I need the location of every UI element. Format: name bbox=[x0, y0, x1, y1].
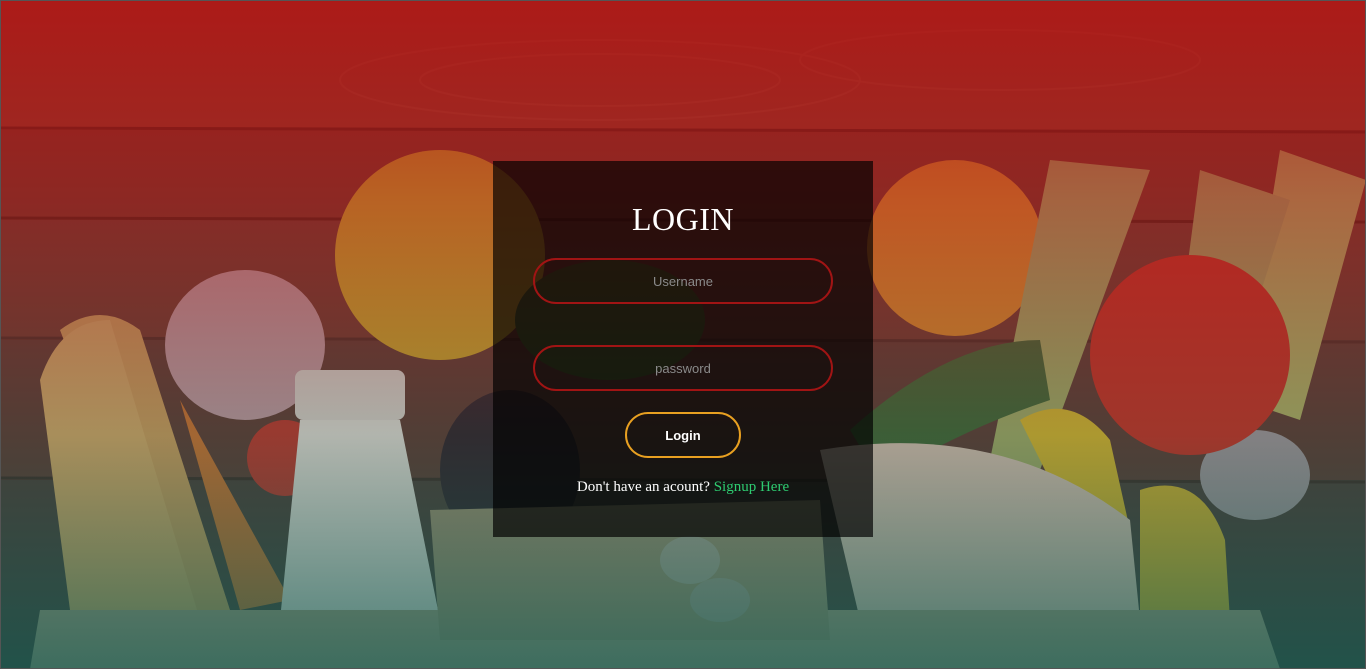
login-title: LOGIN bbox=[631, 201, 735, 237]
username-input[interactable] bbox=[533, 258, 833, 304]
login-panel: LOGIN Login Don't have an acount? Signup… bbox=[493, 161, 873, 537]
password-input[interactable] bbox=[533, 345, 833, 391]
login-button[interactable]: Login bbox=[625, 412, 741, 458]
signup-prompt: Don't have an acount? bbox=[576, 479, 710, 495]
signup-link[interactable]: Signup Here bbox=[714, 479, 789, 495]
signup-line: Don't have an acount? Signup Here bbox=[493, 479, 873, 496]
